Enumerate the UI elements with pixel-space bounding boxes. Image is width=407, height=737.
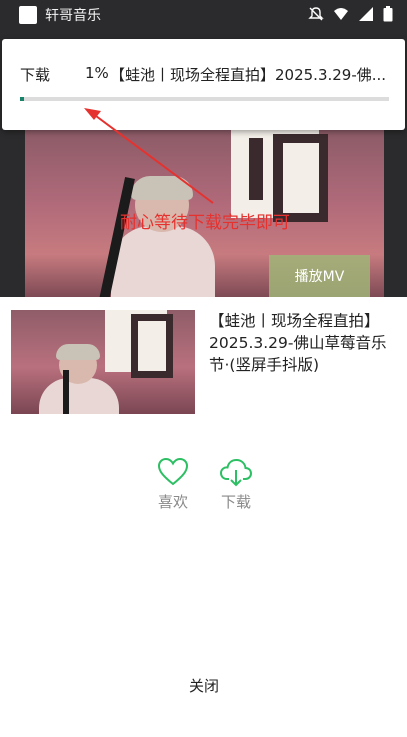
app-icon [19, 6, 37, 24]
song-thumbnail [11, 310, 195, 414]
mute-icon [308, 6, 324, 22]
status-icons [308, 6, 399, 22]
download-progress-bar [20, 97, 389, 101]
like-label: 喜欢 [157, 493, 188, 511]
notification-title: 【蛙池丨现场全程直拍】2025.3.29-佛... [110, 66, 387, 84]
download-progress-fill [20, 97, 24, 101]
download-label: 下载 [220, 493, 251, 511]
download-notification[interactable]: 下载 1% 【蛙池丨现场全程直拍】2025.3.29-佛... [2, 39, 405, 130]
song-title: 【蛙池丨现场全程直拍】2025.3.29-佛山草莓音乐节·(竖屏手抖版) [209, 312, 387, 374]
singer-figure [89, 176, 215, 297]
signal-icon [358, 6, 374, 22]
download-button[interactable]: 下载 [206, 457, 266, 512]
heart-icon [157, 457, 189, 486]
notification-label: 下载 [20, 66, 51, 84]
annotation-text: 耐心等待下载完毕即可 [120, 213, 290, 233]
play-mv-button[interactable]: 播放MV [269, 255, 370, 297]
song-detail-sheet: 【蛙池丨现场全程直拍】2025.3.29-佛山草莓音乐节·(竖屏手抖版) 喜欢 … [0, 297, 407, 737]
battery-icon [383, 6, 399, 22]
app-name: 轩哥音乐 [45, 8, 101, 24]
stage-sign [231, 126, 328, 222]
like-button[interactable]: 喜欢 [143, 457, 203, 512]
cloud-download-icon [219, 458, 253, 487]
download-percent: 1% [85, 64, 109, 82]
wifi-icon [333, 6, 349, 22]
close-button[interactable]: 关闭 [174, 675, 234, 696]
status-bar: 轩哥音乐 [0, 0, 407, 30]
